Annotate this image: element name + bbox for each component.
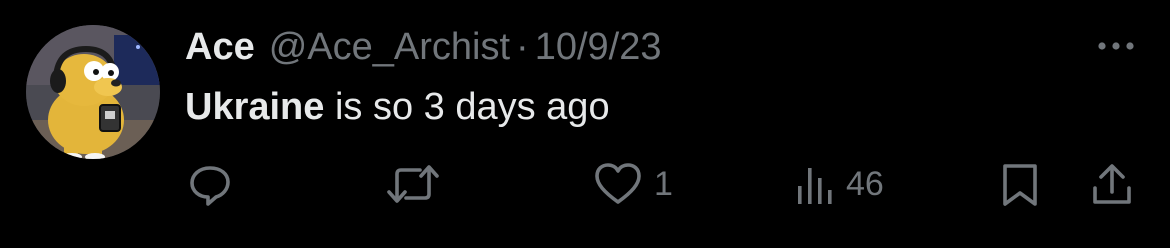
heart-icon [592,160,644,208]
display-name[interactable]: Ace [185,22,255,72]
avatar-image [26,25,160,159]
separator-dot: · [516,26,529,68]
avatar[interactable] [26,25,160,159]
bookmark-button[interactable] [998,158,1042,210]
reply-icon [186,160,234,208]
like-count: 1 [654,165,673,203]
like-button[interactable]: 1 [592,158,673,210]
tweet-header: Ace @Ace_Archist · 10/9/23 [185,22,662,72]
reply-button[interactable] [186,158,244,210]
more-options-button[interactable] [1092,36,1140,56]
tweet-text-rest: is so 3 days ago [324,86,610,128]
views-chart-icon [796,160,836,208]
share-icon [1090,160,1134,208]
user-handle[interactable]: @Ace_Archist [269,22,510,72]
tweet-date[interactable]: 10/9/23 [535,22,662,72]
views-count: 46 [846,165,884,203]
more-horizontal-icon [1098,42,1134,50]
tweet: Ace @Ace_Archist · 10/9/23 Ukraine is so… [0,0,1170,248]
retweet-icon [386,160,440,208]
bookmark-icon [998,160,1042,208]
share-button[interactable] [1090,158,1134,210]
views-button[interactable]: 46 [796,158,884,210]
tweet-text: Ukraine is so 3 days ago [185,83,610,131]
retweet-button[interactable] [386,158,450,210]
tweet-text-bold: Ukraine [185,86,325,128]
